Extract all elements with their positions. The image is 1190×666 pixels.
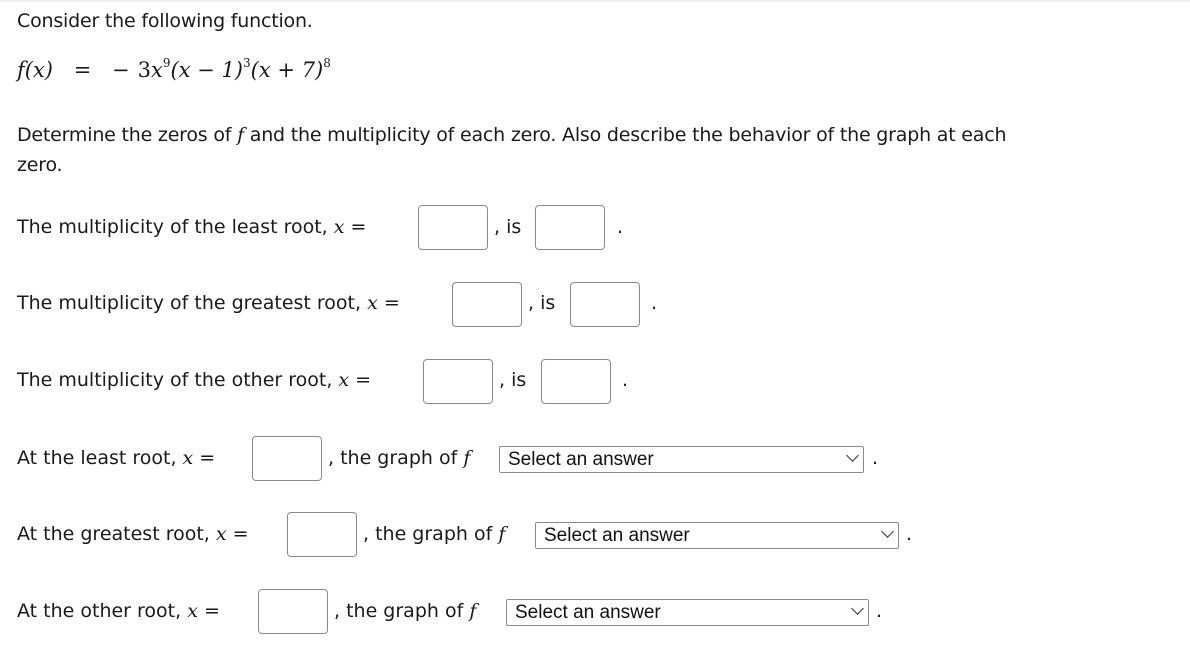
function-formula: f(x) = −3x9(x − 1)3(x + 7)8 bbox=[17, 56, 331, 82]
chevron-down-icon bbox=[881, 525, 894, 538]
other-root-multiplicity-input[interactable] bbox=[541, 359, 611, 404]
instructions-line-1: Determine the zeros of f and the multipl… bbox=[17, 124, 1007, 146]
row-label: The multiplicity of the least root, bbox=[17, 216, 334, 238]
greatest-root-behavior-input[interactable] bbox=[287, 512, 357, 557]
is-label: , is bbox=[494, 216, 522, 238]
other-root-behavior-select[interactable]: Select an answer bbox=[506, 599, 869, 626]
row-label: At the greatest root, bbox=[17, 523, 216, 545]
top-border bbox=[0, 0, 1190, 2]
greatest-root-multiplicity-input[interactable] bbox=[570, 282, 640, 327]
chevron-down-icon bbox=[851, 602, 864, 615]
intro-text: Consider the following function. bbox=[17, 10, 313, 32]
row-label: At the least root, bbox=[17, 447, 183, 469]
other-root-behavior-input[interactable] bbox=[258, 589, 328, 634]
row-label: At the other root, bbox=[17, 600, 188, 622]
row-label: The multiplicity of the other root, bbox=[17, 369, 339, 391]
is-label: , is bbox=[499, 369, 527, 391]
least-root-behavior-input[interactable] bbox=[252, 436, 322, 481]
is-label: , is bbox=[528, 292, 556, 314]
instructions-line-2: zero. bbox=[17, 154, 63, 176]
greatest-root-input[interactable] bbox=[452, 282, 522, 327]
least-root-multiplicity-input[interactable] bbox=[535, 205, 605, 250]
row-label: The multiplicity of the greatest root, bbox=[17, 292, 368, 314]
least-root-input[interactable] bbox=[418, 205, 488, 250]
least-root-behavior-select[interactable]: Select an answer bbox=[499, 446, 864, 473]
chevron-down-icon bbox=[846, 449, 859, 462]
greatest-root-behavior-select[interactable]: Select an answer bbox=[535, 522, 899, 549]
other-root-input[interactable] bbox=[423, 359, 493, 404]
